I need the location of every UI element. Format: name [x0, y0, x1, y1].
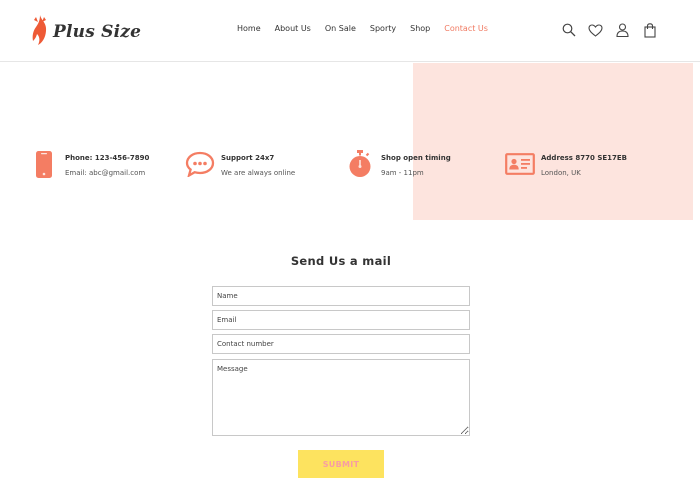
header-icons: [561, 22, 657, 38]
nav-about-us[interactable]: About Us: [275, 24, 311, 33]
chat-icon: [185, 150, 215, 178]
info-support: Support 24x7 We are always online: [185, 150, 295, 178]
info-title: Address 8770 SE17EB: [541, 154, 628, 162]
info-sub: 9am - 11pm: [381, 169, 424, 177]
info-title: Shop open timing: [381, 154, 451, 162]
email-field[interactable]: [212, 310, 470, 330]
nav-sporty[interactable]: Sporty: [370, 24, 396, 33]
decorative-pink-block: [413, 63, 693, 220]
user-icon[interactable]: [615, 22, 630, 38]
id-card-icon: [505, 150, 535, 178]
form-title: Send Us a mail: [290, 254, 392, 268]
info-phone: Phone: 123-456-7890 Email: abc@gmail.com: [29, 150, 149, 178]
info-timing: Shop open timing 9am - 11pm: [345, 150, 451, 178]
logo[interactable]: Plus Size: [31, 14, 141, 50]
shopping-bag-icon[interactable]: [642, 22, 657, 38]
nav-on-sale[interactable]: On Sale: [325, 24, 356, 33]
nav-home[interactable]: Home: [237, 24, 261, 33]
phone-icon: [29, 150, 59, 178]
submit-button[interactable]: SUBMIT: [298, 450, 384, 478]
flame-logo-icon: [31, 14, 49, 50]
info-sub: We are always online: [221, 169, 296, 177]
heart-icon[interactable]: [588, 22, 603, 38]
info-sub: London, UK: [541, 169, 581, 177]
contact-number-field[interactable]: [212, 334, 470, 354]
name-field[interactable]: [212, 286, 470, 306]
info-address: Address 8770 SE17EB London, UK: [505, 150, 627, 178]
info-title: Phone: 123-456-7890: [65, 154, 150, 162]
nav-contact-us[interactable]: Contact Us: [444, 24, 488, 33]
message-field[interactable]: [212, 359, 470, 436]
search-icon[interactable]: [561, 22, 576, 38]
site-header: Plus Size Home About Us On Sale Sporty S…: [0, 0, 700, 62]
info-sub: Email: abc@gmail.com: [65, 169, 146, 177]
brand-name: Plus Size: [53, 22, 142, 42]
nav-shop[interactable]: Shop: [410, 24, 430, 33]
info-title: Support 24x7: [221, 154, 275, 162]
main-nav: Home About Us On Sale Sporty Shop Contac…: [237, 24, 502, 33]
stopwatch-icon: [345, 150, 375, 178]
